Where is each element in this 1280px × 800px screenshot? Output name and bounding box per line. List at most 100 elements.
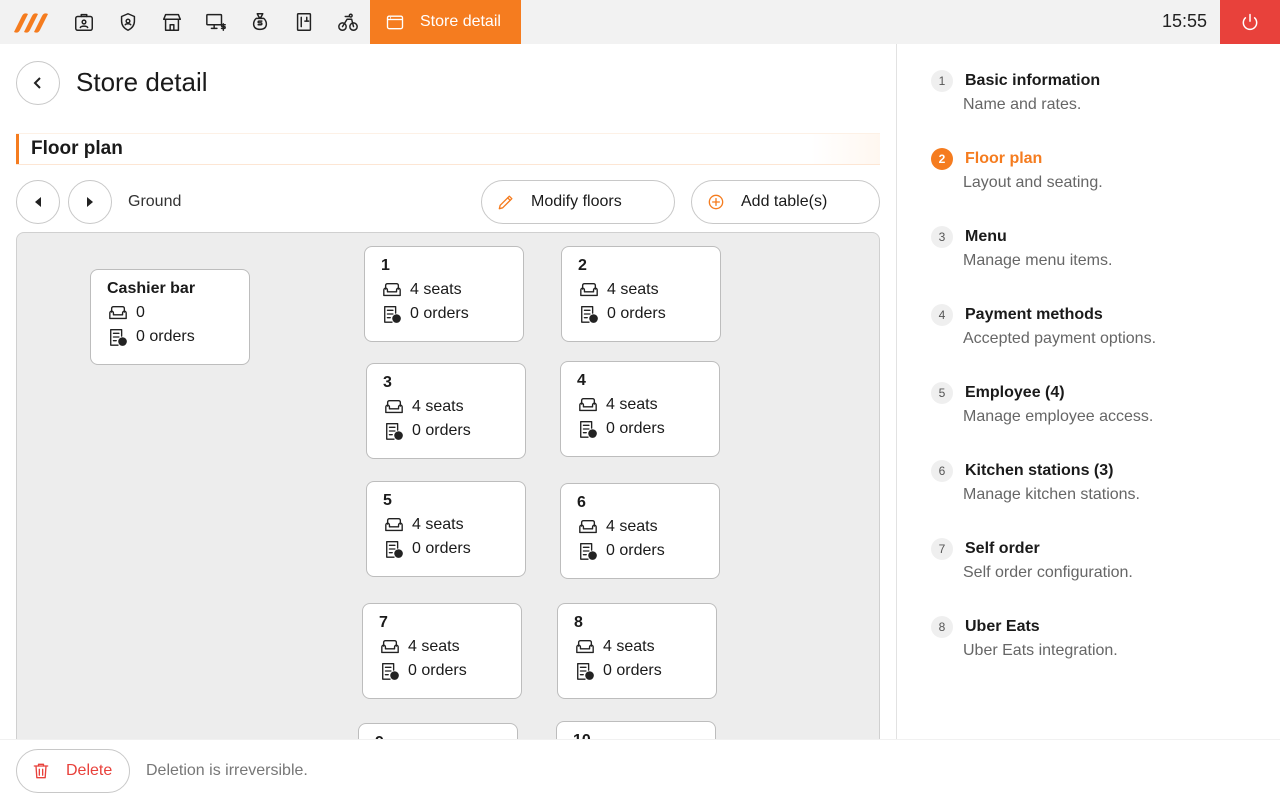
table-orders: 0 orders <box>606 420 665 437</box>
brand-logo[interactable] <box>12 8 50 36</box>
sofa-icon <box>385 517 403 532</box>
delete-warning: Deletion is irreversible. <box>146 762 308 779</box>
section-title-floor-plan: Floor plan <box>16 134 880 164</box>
table-seats: 4 seats <box>412 398 464 415</box>
sofa-icon <box>576 639 594 654</box>
bottom-bar: Delete Deletion is irreversible. <box>0 739 1280 800</box>
step-subtitle: Accepted payment options. <box>963 330 1157 347</box>
step-number: 7 <box>931 538 953 560</box>
step-floor-plan[interactable]: 2 Floor plan Layout and seating. <box>897 148 1280 208</box>
tab-store-detail[interactable]: Store detail <box>370 0 521 44</box>
sofa-icon <box>383 282 401 297</box>
order-list-icon <box>382 663 399 680</box>
step-number: 8 <box>931 616 953 638</box>
sofa-icon <box>109 305 127 320</box>
table-card-1[interactable]: 1 4 seats 0 orders <box>364 246 524 342</box>
step-menu[interactable]: 3 Menu Manage menu items. <box>897 226 1280 286</box>
previous-floor-button[interactable] <box>16 180 60 224</box>
table-name: 6 <box>577 494 586 511</box>
order-list-icon <box>110 329 127 346</box>
clock: 15:55 <box>1161 11 1207 31</box>
step-title: Payment methods <box>965 306 1103 323</box>
table-name: 2 <box>578 257 587 274</box>
step-title: Basic information <box>965 72 1101 89</box>
chevron-left-icon <box>33 77 41 89</box>
trash-icon <box>33 763 49 779</box>
step-title: Self order <box>965 540 1040 557</box>
table-seats: 4 seats <box>606 396 658 413</box>
table-card-5[interactable]: 5 4 seats 0 orders <box>366 481 526 577</box>
table-name: 3 <box>383 374 392 391</box>
add-tables-label: Add table(s) <box>741 193 828 210</box>
table-name: 7 <box>379 614 388 631</box>
step-subtitle: Manage menu items. <box>963 252 1113 269</box>
step-employee[interactable]: 5 Employee (4) Manage employee access. <box>897 382 1280 442</box>
order-list-icon <box>580 421 597 438</box>
caret-left-icon <box>35 197 41 207</box>
step-title: Uber Eats <box>965 618 1040 635</box>
money-bag-icon[interactable] <box>248 10 272 34</box>
sofa-icon <box>381 639 399 654</box>
table-seats: 4 seats <box>410 281 462 298</box>
step-basic-information[interactable]: 1 Basic information Name and rates. <box>897 70 1280 130</box>
step-subtitle: Uber Eats integration. <box>963 642 1118 659</box>
table-orders: 0 orders <box>412 422 471 439</box>
steps-sidebar: 1 Basic information Name and rates. 2 Fl… <box>896 44 1280 739</box>
table-orders: 0 orders <box>412 540 471 557</box>
receipt-icon[interactable] <box>292 10 316 34</box>
step-number: 3 <box>931 226 953 248</box>
pencil-icon <box>498 195 513 210</box>
power-button[interactable] <box>1220 0 1280 44</box>
step-title: Menu <box>965 228 1007 245</box>
step-title: Floor plan <box>965 150 1043 167</box>
table-seats: 4 seats <box>408 638 460 655</box>
id-card-icon[interactable] <box>72 10 96 34</box>
table-card-7[interactable]: 7 4 seats 0 orders <box>362 603 522 699</box>
table-card-8[interactable]: 8 4 seats 0 orders <box>557 603 717 699</box>
table-card-cashier-bar[interactable]: Cashier bar 0 0 orders <box>90 269 250 365</box>
step-kitchen-stations[interactable]: 6 Kitchen stations (3) Manage kitchen st… <box>897 460 1280 520</box>
table-seats: 0 <box>136 304 145 321</box>
table-seats: 4 seats <box>412 516 464 533</box>
shield-icon[interactable] <box>116 10 140 34</box>
add-tables-button[interactable]: Add table(s) <box>691 180 880 224</box>
step-subtitle: Manage kitchen stations. <box>963 486 1140 503</box>
table-name: 4 <box>577 372 586 389</box>
table-card-2[interactable]: 2 4 seats 0 orders <box>561 246 721 342</box>
table-orders: 0 orders <box>603 662 662 679</box>
table-card-6[interactable]: 6 4 seats 0 orders <box>560 483 720 579</box>
store-icon[interactable] <box>160 10 184 34</box>
step-uber-eats[interactable]: 8 Uber Eats Uber Eats integration. <box>897 616 1280 676</box>
table-card-4[interactable]: 4 4 seats 0 orders <box>560 361 720 457</box>
step-number: 4 <box>931 304 953 326</box>
step-payment-methods[interactable]: 4 Payment methods Accepted payment optio… <box>897 304 1280 364</box>
table-name: 5 <box>383 492 392 509</box>
plus-circle-icon <box>708 194 724 210</box>
step-self-order[interactable]: 7 Self order Self order configuration. <box>897 538 1280 598</box>
sofa-icon <box>580 282 598 297</box>
order-list-icon <box>581 306 598 323</box>
table-card-3[interactable]: 3 4 seats 0 orders <box>366 363 526 459</box>
step-subtitle: Self order configuration. <box>963 564 1133 581</box>
step-number: 6 <box>931 460 953 482</box>
floor-plan-canvas[interactable]: Cashier bar 0 0 orders 1 4 seats 0 order… <box>16 232 880 752</box>
delete-button[interactable]: Delete <box>16 749 130 793</box>
table-orders: 0 orders <box>410 305 469 322</box>
window-icon <box>386 15 404 30</box>
table-orders: 0 orders <box>607 305 666 322</box>
modify-floors-button[interactable]: Modify floors <box>481 180 675 224</box>
step-subtitle: Manage employee access. <box>963 408 1154 425</box>
back-button[interactable] <box>16 61 60 105</box>
step-title: Kitchen stations (3) <box>965 462 1114 479</box>
delete-label: Delete <box>66 762 113 779</box>
page-title: Store detail <box>76 67 208 97</box>
next-floor-button[interactable] <box>68 180 112 224</box>
step-subtitle: Layout and seating. <box>963 174 1103 191</box>
bicycle-icon[interactable] <box>336 10 360 34</box>
step-number: 2 <box>931 148 953 170</box>
pos-terminal-icon[interactable] <box>204 10 228 34</box>
table-name: Cashier bar <box>107 280 196 297</box>
step-title: Employee (4) <box>965 384 1065 401</box>
table-seats: 4 seats <box>607 281 659 298</box>
sofa-icon <box>579 397 597 412</box>
